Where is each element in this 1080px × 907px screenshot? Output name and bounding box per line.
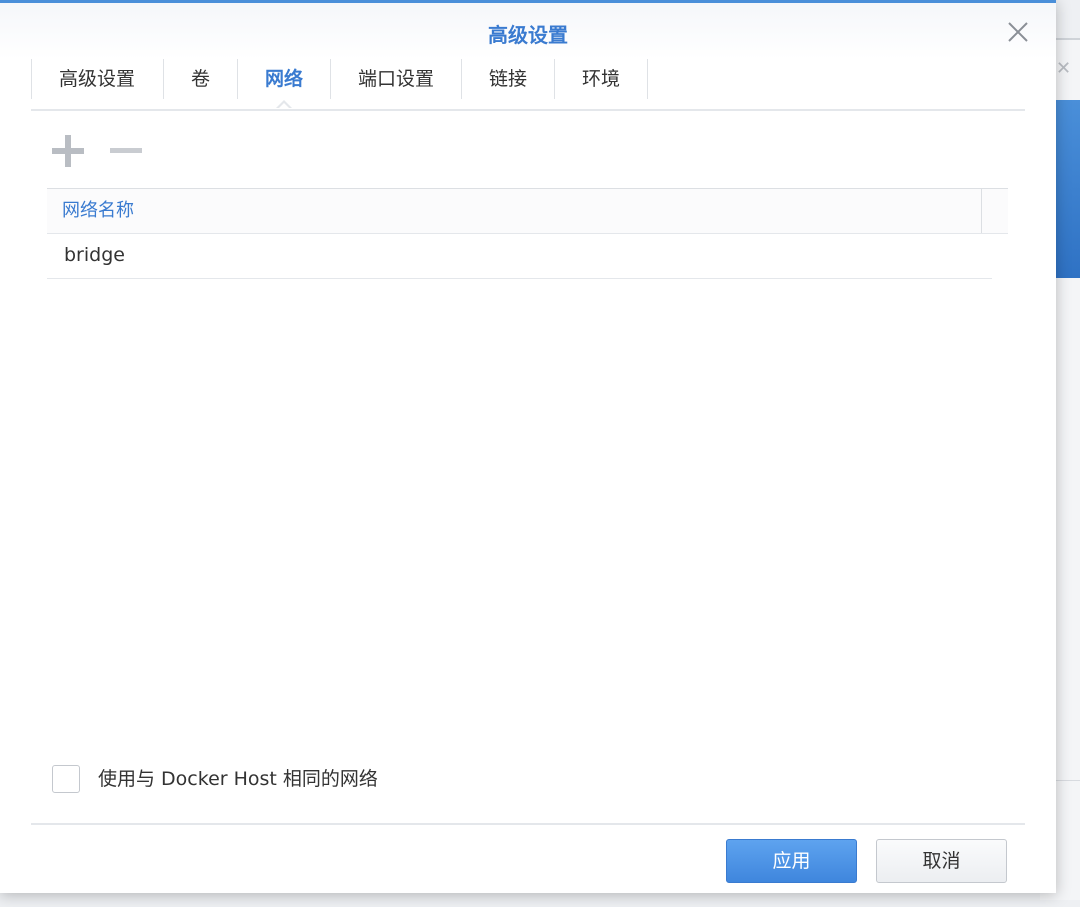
active-tab-caret-fill (278, 103, 290, 109)
host-network-checkbox[interactable] (52, 765, 80, 793)
apply-button[interactable]: 应用 (726, 839, 857, 883)
dialog-title: 高级设置 (488, 23, 568, 47)
tab-bar: 高级设置 卷 网络 端口设置 链接 环境 (31, 59, 1025, 111)
tab-network[interactable]: 网络 (238, 59, 330, 99)
tab-advanced-settings[interactable]: 高级设置 (31, 59, 163, 99)
close-icon[interactable] (1005, 19, 1031, 45)
table-row[interactable]: bridge (47, 233, 992, 279)
advanced-settings-dialog: 高级设置 高级设置 卷 网络 端口设置 链接 环境 网络名称 bridge 使用… (0, 0, 1056, 893)
title-bar: 高级设置 (0, 3, 1056, 59)
column-separator (981, 189, 982, 233)
tab-separator (647, 59, 648, 99)
grid-header: 网络名称 (47, 188, 1008, 234)
host-network-label[interactable]: 使用与 Docker Host 相同的网络 (98, 765, 378, 793)
cancel-button[interactable]: 取消 (876, 839, 1007, 883)
tab-environment[interactable]: 环境 (555, 59, 647, 99)
tab-links[interactable]: 链接 (462, 59, 554, 99)
network-grid: 网络名称 bridge (47, 188, 1008, 280)
add-network-button[interactable] (50, 133, 86, 169)
tab-port-settings[interactable]: 端口设置 (331, 59, 461, 99)
minus-icon (110, 148, 142, 153)
column-header-network-name[interactable]: 网络名称 (62, 189, 134, 233)
footer-divider (31, 823, 1025, 825)
plus-icon (52, 135, 84, 167)
background-panel (1056, 100, 1080, 278)
remove-network-button[interactable] (108, 133, 144, 169)
background-divider (1056, 780, 1080, 781)
background-close-icon: ✕ (1056, 58, 1072, 79)
tab-volume[interactable]: 卷 (164, 59, 237, 99)
network-name-cell: bridge (64, 244, 125, 266)
